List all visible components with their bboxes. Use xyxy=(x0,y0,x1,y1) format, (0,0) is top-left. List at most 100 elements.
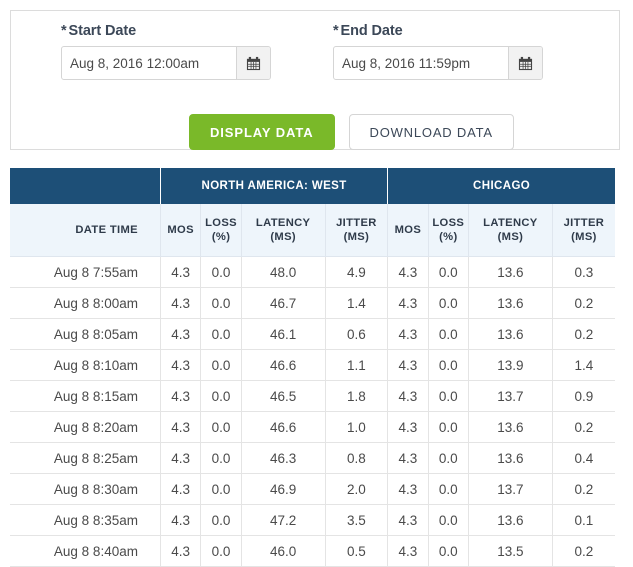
cell-value: 13.6 xyxy=(468,287,553,319)
column-header-chicago-latency-line1: LATENCY xyxy=(483,217,538,229)
cell-value: 0.0 xyxy=(428,535,470,567)
table-row[interactable]: Aug 8 8:15am 4.3 0.0 46.5 1.8 4.3 0.0 13.7 0.9 xyxy=(10,380,615,412)
column-header-naw-latency[interactable]: LATENCY (MS) xyxy=(241,204,326,257)
end-date-field-group: * End Date xyxy=(333,23,543,80)
column-header-naw-mos[interactable]: MOS xyxy=(160,204,202,257)
cell-value: 4.3 xyxy=(160,535,202,567)
cell-value: 0.0 xyxy=(200,442,242,474)
table-row[interactable]: Aug 8 8:25am 4.3 0.0 46.3 0.8 4.3 0.0 13.6 0.4 xyxy=(10,442,615,474)
table-row[interactable]: Aug 8 8:05am 4.3 0.0 46.1 0.6 4.3 0.0 13.6 0.2 xyxy=(10,318,615,350)
cell-value: 13.5 xyxy=(468,535,553,567)
filter-panel: * Start Date Aug 8, 2016 12:00am * End D… xyxy=(10,10,620,150)
cell-value: 13.6 xyxy=(468,318,553,350)
cell-value: 0.0 xyxy=(428,318,470,350)
download-data-button[interactable]: DOWNLOAD DATA xyxy=(348,114,514,150)
end-date-input[interactable] xyxy=(334,47,508,79)
cell-date-time: Aug 8 8:10am xyxy=(10,349,161,381)
cell-value: 13.6 xyxy=(468,504,553,536)
cell-value: 4.3 xyxy=(160,504,202,536)
column-header-chicago-latency[interactable]: LATENCY (MS) xyxy=(468,204,553,257)
column-header-naw-loss[interactable]: LOSS (%) xyxy=(200,204,242,257)
column-header-date-time[interactable]: DATE TIME xyxy=(10,204,161,257)
cell-value: 4.3 xyxy=(160,411,202,443)
start-date-input-wrap[interactable] xyxy=(61,46,271,80)
end-date-calendar-button[interactable] xyxy=(508,47,542,79)
group-header-north-america-west: NORTH AMERICA: WEST xyxy=(160,168,389,204)
cell-value: 0.4 xyxy=(552,442,615,474)
cell-value: 3.5 xyxy=(325,504,389,536)
cell-value: 0.0 xyxy=(200,473,242,505)
cell-value: 4.3 xyxy=(387,287,429,319)
table-row[interactable]: Aug 8 8:40am 4.3 0.0 46.0 0.5 4.3 0.0 13.5 0.2 xyxy=(10,535,615,567)
table-row[interactable]: Aug 8 8:30am 4.3 0.0 46.9 2.0 4.3 0.0 13.7 0.2 xyxy=(10,473,615,505)
display-data-button[interactable]: DISPLAY DATA xyxy=(189,114,335,150)
cell-value: 0.0 xyxy=(428,380,470,412)
cell-value: 2.0 xyxy=(325,473,389,505)
cell-value: 0.0 xyxy=(428,504,470,536)
cell-date-time: Aug 8 8:00am xyxy=(10,287,161,319)
cell-value: 46.7 xyxy=(241,287,326,319)
column-header-naw-latency-line2: (MS) xyxy=(270,231,296,243)
column-header-chicago-mos-line1: MOS xyxy=(394,224,422,236)
required-asterisk: * xyxy=(333,23,339,39)
cell-value: 0.2 xyxy=(552,287,615,319)
results-table-container: NORTH AMERICA: WEST CHICAGO DATE TIME MO… xyxy=(10,168,615,567)
column-header-chicago-loss[interactable]: LOSS (%) xyxy=(428,204,470,257)
end-date-label-text: End Date xyxy=(340,23,403,39)
cell-value: 1.0 xyxy=(325,411,389,443)
column-header-naw-latency-line1: LATENCY xyxy=(255,217,311,229)
column-header-chicago-mos[interactable]: MOS xyxy=(387,204,429,257)
cell-value: 4.3 xyxy=(387,473,429,505)
column-header-naw-jitter-line2: (MS) xyxy=(343,231,370,243)
cell-value: 0.0 xyxy=(200,411,242,443)
cell-value: 0.0 xyxy=(200,287,242,319)
cell-value: 0.0 xyxy=(428,256,470,288)
cell-value: 13.9 xyxy=(468,349,553,381)
cell-value: 0.0 xyxy=(200,349,242,381)
cell-value: 4.3 xyxy=(387,380,429,412)
cell-date-time: Aug 8 8:15am xyxy=(10,380,161,412)
start-date-field-group: * Start Date xyxy=(61,23,271,80)
column-header-chicago-jitter-line1: JITTER xyxy=(563,217,605,229)
start-date-input[interactable] xyxy=(62,47,236,79)
column-header-naw-jitter[interactable]: JITTER (MS) xyxy=(325,204,389,257)
cell-value: 13.6 xyxy=(468,442,553,474)
cell-value: 46.6 xyxy=(241,349,326,381)
required-asterisk: * xyxy=(61,23,67,39)
cell-date-time: Aug 8 8:40am xyxy=(10,535,161,567)
column-header-naw-loss-line1: LOSS xyxy=(205,217,237,229)
column-header-chicago-jitter-line2: (MS) xyxy=(571,231,597,243)
column-header-chicago-jitter[interactable]: JITTER (MS) xyxy=(552,204,615,257)
table-row[interactable]: Aug 8 8:35am 4.3 0.0 47.2 3.5 4.3 0.0 13.6 0.1 xyxy=(10,504,615,536)
cell-value: 0.0 xyxy=(200,256,242,288)
end-date-input-wrap[interactable] xyxy=(333,46,543,80)
cell-value: 0.0 xyxy=(428,349,470,381)
cell-value: 13.6 xyxy=(468,411,553,443)
cell-value: 47.2 xyxy=(241,504,326,536)
start-date-calendar-button[interactable] xyxy=(236,47,270,79)
table-row[interactable]: Aug 8 8:20am 4.3 0.0 46.6 1.0 4.3 0.0 13.6 0.2 xyxy=(10,411,615,443)
cell-value: 0.2 xyxy=(552,535,615,567)
cell-value: 0.0 xyxy=(428,442,470,474)
column-header-chicago-loss-line2: (%) xyxy=(439,231,458,243)
cell-date-time: Aug 8 8:35am xyxy=(10,504,161,536)
cell-value: 0.2 xyxy=(552,411,615,443)
cell-value: 4.9 xyxy=(325,256,389,288)
cell-value: 13.6 xyxy=(468,256,553,288)
table-row[interactable]: Aug 8 7:55am 4.3 0.0 48.0 4.9 4.3 0.0 13.6 0.3 xyxy=(10,256,615,288)
cell-value: 4.3 xyxy=(387,318,429,350)
table-row[interactable]: Aug 8 8:10am 4.3 0.0 46.6 1.1 4.3 0.0 13.9 1.4 xyxy=(10,349,615,381)
cell-value: 0.6 xyxy=(325,318,389,350)
table-row[interactable]: Aug 8 8:00am 4.3 0.0 46.7 1.4 4.3 0.0 13.6 0.2 xyxy=(10,287,615,319)
group-header-chicago: CHICAGO xyxy=(387,168,615,204)
cell-value: 0.0 xyxy=(428,287,470,319)
column-header-naw-jitter-line1: JITTER xyxy=(336,217,377,229)
cell-value: 0.0 xyxy=(200,504,242,536)
cell-value: 0.5 xyxy=(325,535,389,567)
cell-date-time: Aug 8 8:25am xyxy=(10,442,161,474)
cell-value: 1.4 xyxy=(552,349,615,381)
cell-value: 4.3 xyxy=(160,380,202,412)
cell-value: 4.3 xyxy=(387,504,429,536)
cell-date-time: Aug 8 8:30am xyxy=(10,473,161,505)
cell-value: 0.9 xyxy=(552,380,615,412)
